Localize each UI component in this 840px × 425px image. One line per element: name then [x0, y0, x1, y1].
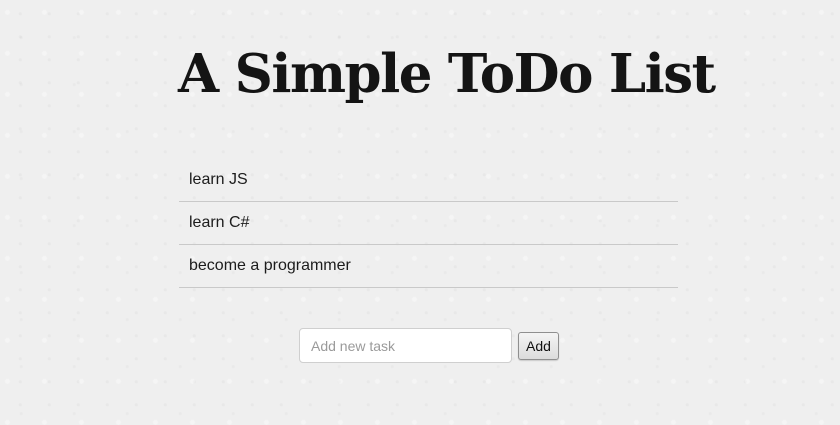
- add-task-form: Add: [299, 328, 559, 363]
- new-task-input[interactable]: [299, 328, 512, 363]
- page-title: A Simple ToDo List: [178, 43, 716, 105]
- add-task-button[interactable]: Add: [518, 331, 559, 360]
- task-item[interactable]: learn C#: [179, 202, 678, 245]
- task-item[interactable]: become a programmer: [179, 245, 678, 288]
- task-item[interactable]: learn JS: [179, 159, 678, 202]
- task-list: learn JS learn C# become a programmer: [179, 159, 678, 288]
